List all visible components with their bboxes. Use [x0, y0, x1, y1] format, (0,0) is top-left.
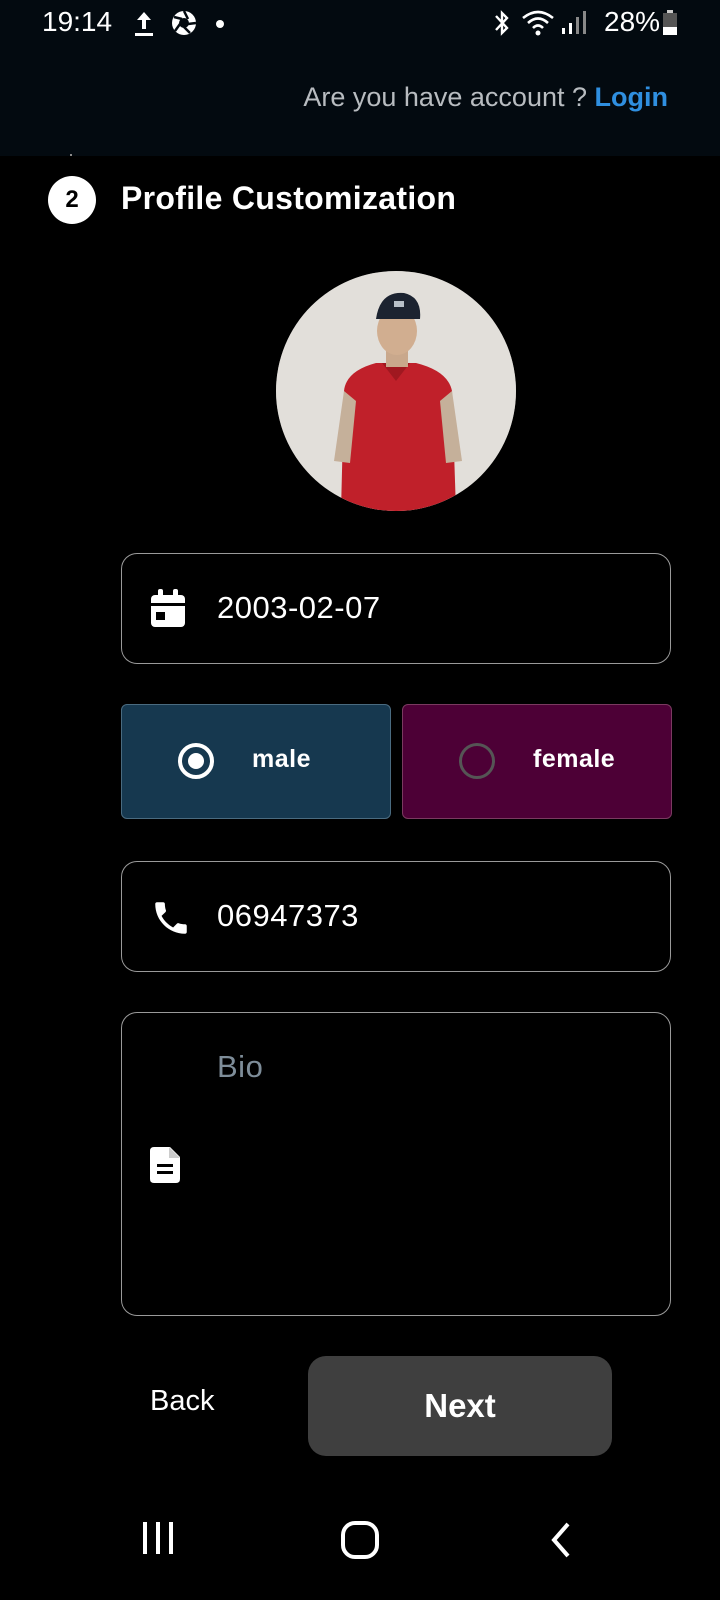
status-bar: 19:14 28%: [0, 0, 720, 46]
dot-icon: [215, 16, 225, 34]
document-icon: [150, 1147, 182, 1188]
gender-female-label: female: [533, 745, 616, 773]
signal-icon: [560, 8, 590, 43]
birthdate-field[interactable]: 2003-02-07: [121, 553, 671, 664]
phone-value: 06947373: [217, 898, 359, 933]
battery-icon: [662, 10, 678, 41]
birthdate-value: 2003-02-07: [217, 590, 381, 625]
phone-field[interactable]: 06947373: [121, 861, 671, 972]
radio-unselected-icon: [459, 743, 495, 779]
wifi-icon: [520, 8, 556, 43]
bio-textarea[interactable]: Bio: [121, 1012, 671, 1316]
calendar-icon: [150, 589, 186, 634]
upload-icon: [133, 8, 155, 43]
status-time: 19:14: [42, 6, 113, 37]
bluetooth-icon: [492, 8, 512, 43]
have-account-text: Are you have account ?: [303, 82, 587, 112]
system-nav-bar: [0, 1490, 720, 1600]
next-button[interactable]: Next: [308, 1356, 612, 1456]
back-button[interactable]: Back: [150, 1385, 214, 1418]
radio-selected-icon: [178, 743, 214, 779]
recent-apps-icon[interactable]: [140, 1520, 176, 1561]
aperture-icon: [170, 8, 198, 43]
back-nav-icon[interactable]: [548, 1520, 574, 1565]
bio-placeholder: Bio: [217, 1049, 264, 1084]
profile-avatar[interactable]: [276, 271, 516, 511]
login-prompt: Are you have account ? Login: [303, 82, 668, 113]
step-title: Profile Customization: [121, 180, 457, 216]
gender-male-label: male: [252, 745, 311, 773]
stepper-line: [70, 154, 72, 156]
gender-male-button[interactable]: male: [121, 704, 391, 819]
profile-photo: [276, 271, 516, 511]
top-bar: Are you have account ? Login: [0, 46, 720, 156]
phone-icon: [150, 897, 192, 944]
gender-female-button[interactable]: female: [402, 704, 672, 819]
step-number-badge: 2: [48, 176, 96, 224]
battery-percent: 28%: [604, 6, 661, 37]
home-icon[interactable]: [340, 1520, 380, 1565]
login-link[interactable]: Login: [595, 82, 668, 112]
